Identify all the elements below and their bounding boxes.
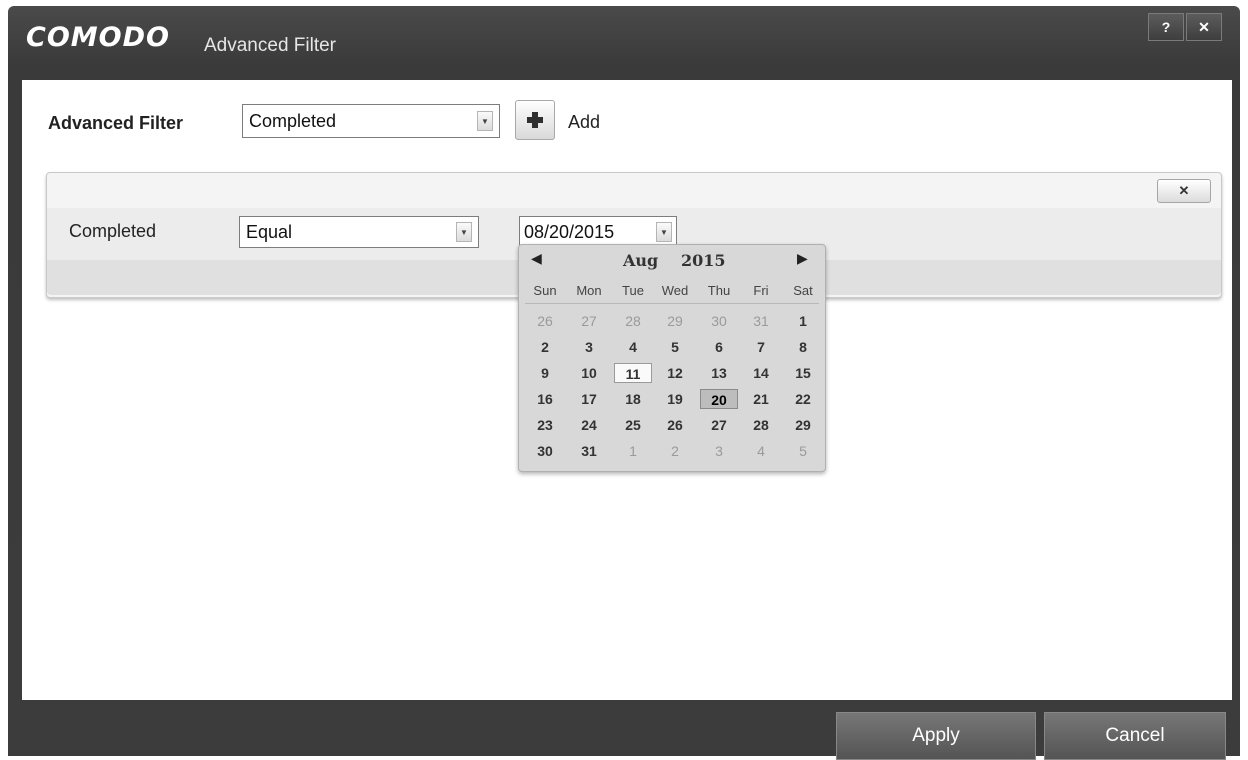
calendar-header: ◀ Aug 2015 ▶	[519, 245, 825, 275]
title-bar: COMODO Advanced Filter ? ✕	[8, 6, 1240, 80]
comodo-logo: COMODO	[26, 22, 170, 53]
calendar-day[interactable]: 29	[655, 311, 695, 331]
weekday-header: Tue	[622, 283, 644, 298]
calendar-day[interactable]: 27	[699, 415, 739, 435]
calendar-day[interactable]: 22	[783, 389, 823, 409]
apply-button[interactable]: Apply	[836, 712, 1036, 760]
calendar-day[interactable]: 7	[741, 337, 781, 357]
condition-field-label: Completed	[69, 221, 157, 241]
calendar-day[interactable]: 5	[783, 441, 823, 461]
calendar-day[interactable]: 15	[783, 363, 823, 383]
operator-value: Equal	[246, 222, 293, 242]
calendar-year[interactable]: 2015	[681, 251, 726, 270]
chevron-down-icon[interactable]: ▼	[456, 222, 472, 242]
calendar-popup: ◀ Aug 2015 ▶ Sun Mon Tue Wed Thu Fri Sat 26 27 28…	[518, 244, 826, 472]
calendar-day[interactable]: 1	[613, 441, 653, 461]
calendar-day[interactable]: 28	[613, 311, 653, 331]
close-window-button[interactable]: ✕	[1186, 13, 1222, 41]
filter-type-select[interactable]: Completed ▼	[242, 104, 500, 138]
calendar-day[interactable]: 17	[569, 389, 609, 409]
calendar-day[interactable]: 2	[525, 337, 565, 357]
filter-type-value: Completed	[249, 111, 337, 131]
cancel-button[interactable]: Cancel	[1044, 712, 1226, 760]
calendar-month[interactable]: Aug	[623, 251, 658, 270]
calendar-day[interactable]: 6	[699, 337, 739, 357]
calendar-day[interactable]: 26	[655, 415, 695, 435]
calendar-day[interactable]: 3	[569, 337, 609, 357]
dialog-content: Advanced Filter Completed ▼ Add ✕ Comple…	[22, 80, 1232, 700]
calendar-day[interactable]: 28	[741, 415, 781, 435]
calendar-day[interactable]: 16	[525, 389, 565, 409]
calendar-day[interactable]: 2	[655, 441, 695, 461]
calendar-day[interactable]: 9	[525, 363, 565, 383]
chevron-down-icon[interactable]: ▼	[477, 111, 493, 131]
calendar-divider	[525, 303, 819, 304]
advanced-filter-window: COMODO Advanced Filter ? ✕ Advanced Filt…	[8, 6, 1240, 760]
calendar-day[interactable]: 10	[569, 363, 609, 383]
calendar-day[interactable]: 27	[569, 311, 609, 331]
plus-icon	[527, 112, 543, 128]
calendar-day[interactable]: 5	[655, 337, 695, 357]
calendar-day[interactable]: 21	[741, 389, 781, 409]
calendar-day[interactable]: 23	[525, 415, 565, 435]
calendar-day[interactable]: 24	[569, 415, 609, 435]
calendar-day[interactable]: 31	[569, 441, 609, 461]
calendar-day[interactable]: 13	[699, 363, 739, 383]
calendar-day[interactable]: 31	[741, 311, 781, 331]
weekday-header: Thu	[707, 283, 731, 298]
chevron-down-icon[interactable]: ▼	[656, 222, 672, 242]
calendar-day[interactable]: 3	[699, 441, 739, 461]
calendar-day[interactable]: 26	[525, 311, 565, 331]
calendar-day[interactable]: 11	[614, 363, 652, 383]
operator-select[interactable]: Equal ▼	[239, 216, 479, 248]
previous-month-icon[interactable]: ◀	[531, 250, 542, 267]
calendar-day[interactable]: 19	[655, 389, 695, 409]
add-filter-button[interactable]	[515, 100, 555, 140]
calendar-day[interactable]: 30	[699, 311, 739, 331]
weekday-header: Sun	[533, 283, 557, 298]
calendar-day[interactable]: 4	[613, 337, 653, 357]
date-value[interactable]: 08/20/2015	[524, 222, 614, 243]
close-icon: ✕	[1198, 18, 1210, 35]
weekday-header: Wed	[661, 283, 689, 298]
weekday-header: Sat	[793, 283, 813, 298]
help-icon: ?	[1161, 19, 1171, 35]
window-title: Advanced Filter	[204, 35, 337, 56]
calendar-day[interactable]: 4	[741, 441, 781, 461]
calendar-day[interactable]: 20	[700, 389, 738, 409]
weekday-header: Mon	[576, 283, 602, 298]
remove-condition-button[interactable]: ✕	[1157, 179, 1211, 203]
calendar-day[interactable]: 8	[783, 337, 823, 357]
apply-label: Apply	[912, 725, 960, 746]
weekday-header: Fri	[753, 283, 769, 298]
calendar-day[interactable]: 29	[783, 415, 823, 435]
calendar-day[interactable]: 18	[613, 389, 653, 409]
cancel-label: Cancel	[1105, 725, 1165, 746]
calendar-day[interactable]: 30	[525, 441, 565, 461]
add-label[interactable]: Add	[568, 112, 600, 133]
close-icon: ✕	[1178, 183, 1190, 198]
calendar-day[interactable]: 25	[613, 415, 653, 435]
calendar-day[interactable]: 1	[783, 311, 823, 331]
next-month-icon[interactable]: ▶	[797, 250, 808, 267]
calendar-day[interactable]: 12	[655, 363, 695, 383]
help-button[interactable]: ?	[1148, 13, 1184, 41]
advanced-filter-label: Advanced Filter	[48, 113, 184, 133]
calendar-day[interactable]: 14	[741, 363, 781, 383]
